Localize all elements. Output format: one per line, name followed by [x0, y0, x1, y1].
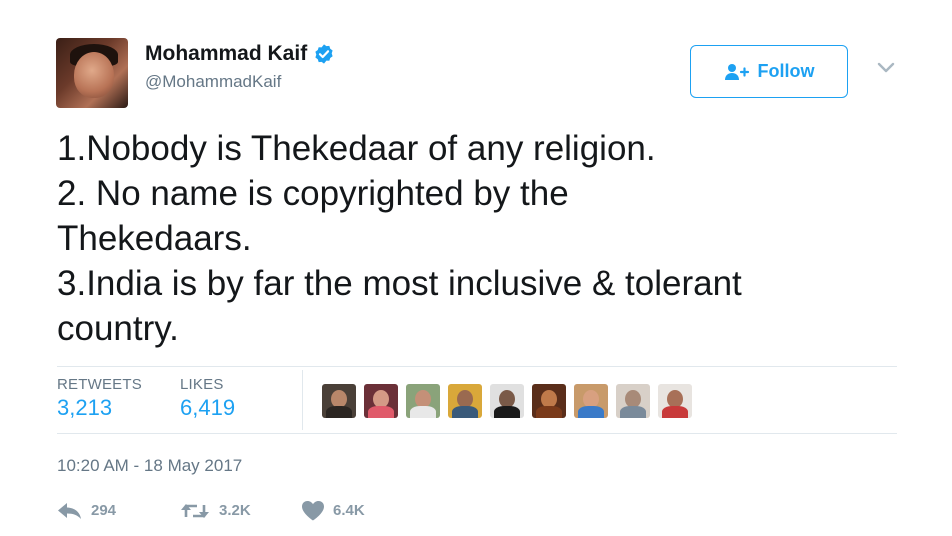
author-name-row: Mohammad Kaif	[145, 42, 335, 66]
liker-avatar[interactable]	[658, 384, 692, 418]
avatar-face	[74, 52, 114, 98]
liker-avatar[interactable]	[532, 384, 566, 418]
likes-label: LIKES	[180, 376, 224, 393]
verified-badge-icon	[315, 44, 333, 64]
reply-button[interactable]: 294	[57, 502, 179, 520]
retweet-button[interactable]: 3.2K	[179, 501, 301, 521]
tweet-text-line: Thekedaars.	[57, 219, 252, 258]
divider	[57, 433, 897, 434]
reply-icon	[58, 502, 81, 519]
liker-avatar[interactable]	[616, 384, 650, 418]
tweet-text-line: 3.India is by far the most inclusive & t…	[57, 264, 742, 303]
retweets-stat[interactable]: RETWEETS 3,213	[57, 376, 142, 421]
tweet-text-line: country.	[57, 309, 179, 348]
tweet-text-line: 2. No name is copyrighted by the	[57, 174, 569, 213]
liker-avatar[interactable]	[574, 384, 608, 418]
tweet-text: 1.Nobody is Thekedaar of any religion. 2…	[57, 126, 917, 351]
author-name[interactable]: Mohammad Kaif	[145, 42, 307, 66]
author-handle[interactable]: @MohammadKaif	[145, 72, 335, 92]
liker-avatar[interactable]	[490, 384, 524, 418]
chevron-down-icon[interactable]	[876, 60, 896, 76]
retweets-label: RETWEETS	[57, 376, 142, 393]
retweets-count: 3,213	[57, 395, 113, 420]
liker-avatar[interactable]	[406, 384, 440, 418]
divider	[57, 366, 897, 367]
retweet-icon	[181, 503, 209, 518]
likes-count: 6,419	[180, 395, 236, 420]
like-button[interactable]: 6.4K	[301, 500, 365, 521]
follow-button[interactable]: Follow	[690, 45, 848, 98]
liker-avatar[interactable]	[448, 384, 482, 418]
liker-avatar[interactable]	[364, 384, 398, 418]
heart-icon	[302, 501, 324, 521]
reply-count: 294	[91, 502, 117, 519]
tweet-timestamp[interactable]: 10:20 AM - 18 May 2017	[57, 456, 242, 476]
tweet-text-line: 1.Nobody is Thekedaar of any religion.	[57, 129, 656, 168]
likers-avatars	[322, 384, 692, 418]
retweet-count: 3.2K	[219, 502, 251, 519]
author-info: Mohammad Kaif @MohammadKaif	[145, 42, 335, 92]
likes-stat[interactable]: LIKES 6,419	[180, 376, 235, 421]
divider	[302, 370, 303, 430]
like-count: 6.4K	[333, 502, 365, 519]
follow-person-icon	[724, 63, 749, 80]
follow-button-label: Follow	[757, 61, 815, 81]
tweet-actions: 294 3.2K 6.4K	[57, 500, 365, 521]
liker-avatar[interactable]	[322, 384, 356, 418]
author-avatar[interactable]	[56, 38, 128, 108]
